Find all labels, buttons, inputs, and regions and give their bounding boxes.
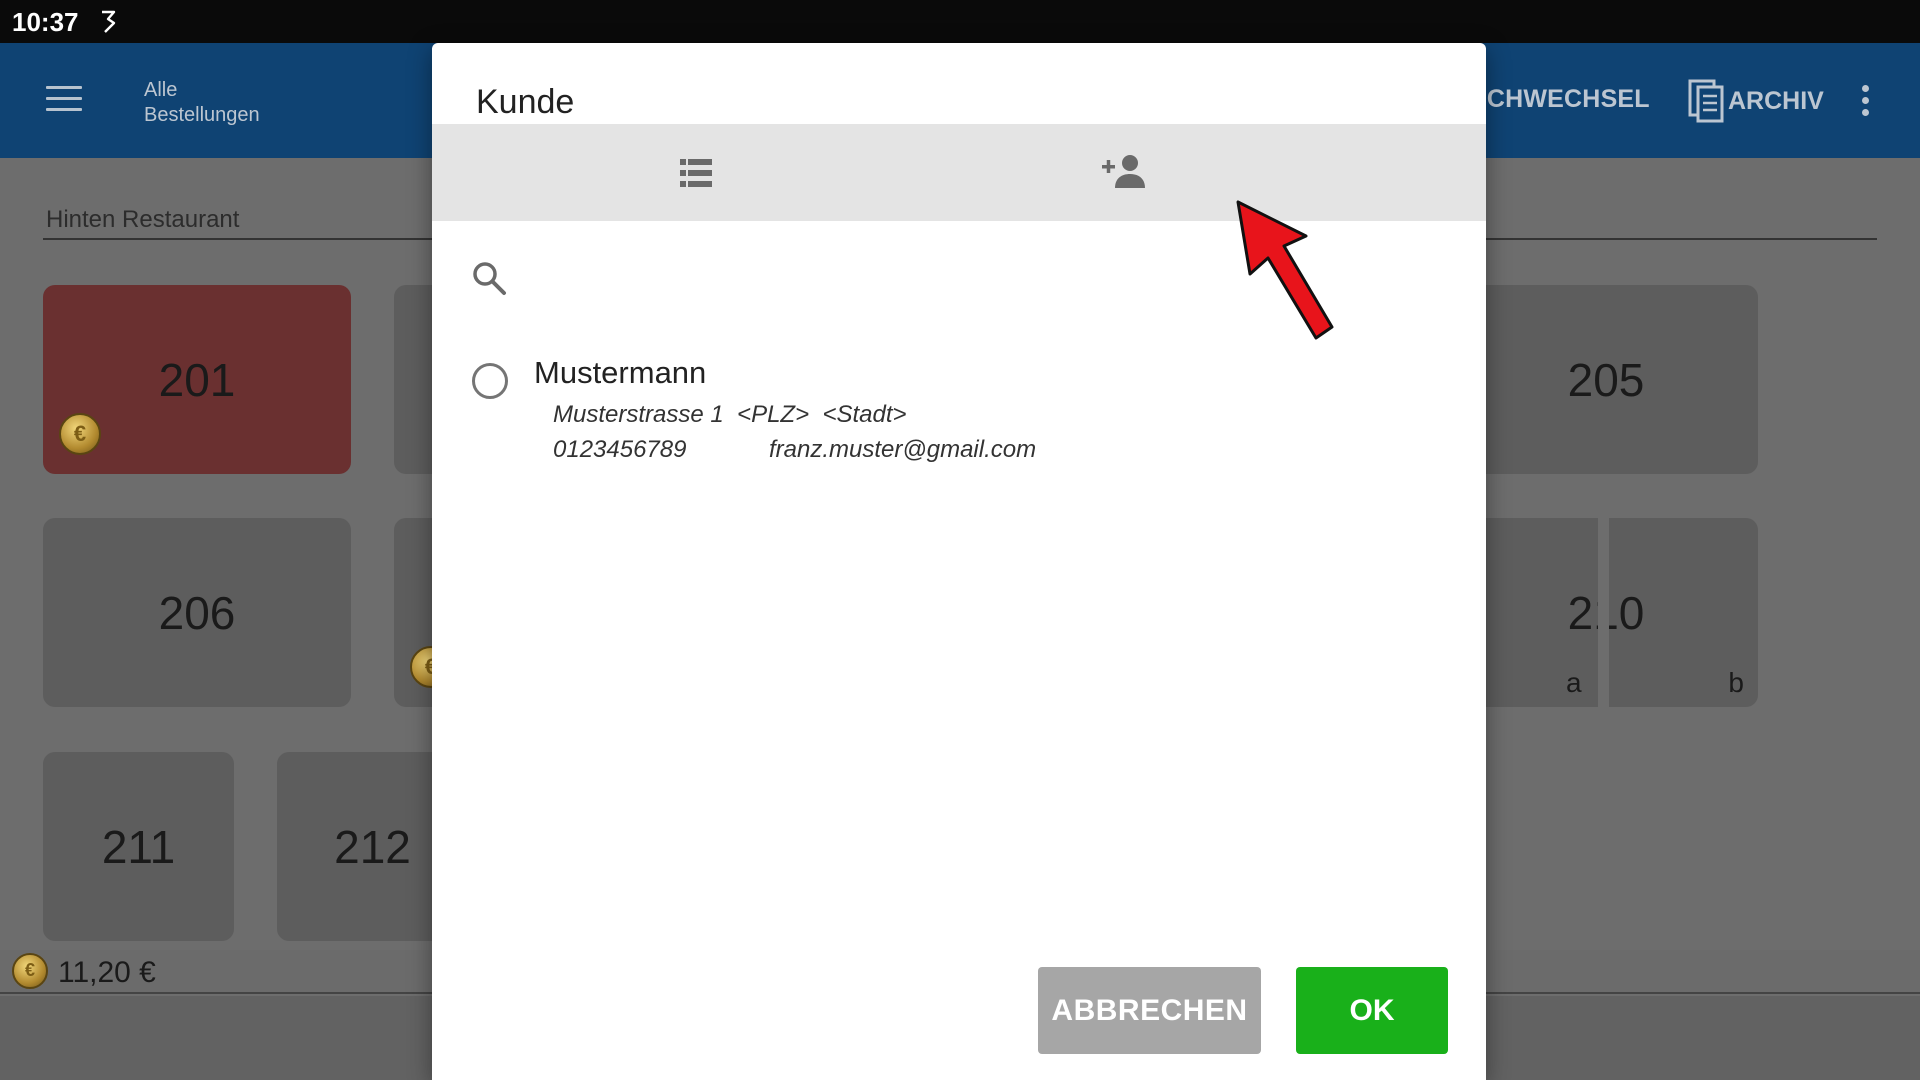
more-vert-icon[interactable] <box>1860 85 1870 119</box>
split-label-a: a <box>1566 667 1582 698</box>
archive-icon <box>1688 79 1724 123</box>
split-label-b: b <box>1728 667 1744 698</box>
list-icon <box>680 159 712 187</box>
cancel-button[interactable]: ABBRECHEN <box>1038 967 1261 1054</box>
customer-email: franz.muster@gmail.com <box>769 436 1037 463</box>
app-title-line2: Bestellungen <box>144 104 260 126</box>
archive-label: ARCHIV <box>1728 86 1824 115</box>
table-211[interactable]: 211 <box>43 752 234 941</box>
search-icon <box>473 262 506 295</box>
table-210[interactable]: 210 a b <box>1454 518 1758 707</box>
ok-button[interactable]: OK <box>1296 967 1448 1054</box>
status-bar: 10:37 <box>0 0 1920 43</box>
customer-radio[interactable] <box>472 363 508 399</box>
table-number: 205 <box>1567 353 1645 406</box>
euro-coin-icon <box>59 413 101 455</box>
euro-coin-icon <box>12 953 48 989</box>
customer-address: Musterstrasse 1 <PLZ> <Stadt> <box>553 401 907 428</box>
customer-list-item[interactable]: Mustermann Musterstrasse 1 <PLZ> <Stadt>… <box>472 355 1432 465</box>
table-number: 201 <box>158 353 236 406</box>
tab-add-customer[interactable] <box>959 124 1486 221</box>
customer-phone: 0123456789 <box>553 436 687 463</box>
archive-button[interactable]: ARCHIV <box>1688 79 1824 123</box>
notification-icon <box>102 10 116 33</box>
table-number: 206 <box>158 586 236 639</box>
table-switch-button[interactable]: SCHWECHSEL <box>1470 85 1650 114</box>
app-title: Alle Bestellungen <box>144 78 260 128</box>
table-number: 211 <box>101 820 176 873</box>
total-amount: 11,20 € <box>58 956 156 989</box>
room-label[interactable]: Hinten Restaurant <box>46 206 239 234</box>
menu-icon[interactable] <box>46 86 82 112</box>
split-divider <box>1598 518 1609 707</box>
pointer-arrow-icon <box>1236 200 1334 340</box>
person-add-icon <box>1102 155 1145 188</box>
tab-customer-list[interactable] <box>432 124 959 221</box>
table-201[interactable]: 201 <box>43 285 351 474</box>
customer-name: Mustermann <box>534 355 707 390</box>
app-title-line1: Alle <box>144 79 178 101</box>
screen: 10:37 Alle Bestellungen SCHWECHSEL ARCHI… <box>0 0 1920 1080</box>
table-206[interactable]: 206 <box>43 518 351 707</box>
status-time: 10:37 <box>12 7 79 37</box>
dialog-title: Kunde <box>476 83 575 121</box>
table-205[interactable]: 205 <box>1454 285 1758 474</box>
